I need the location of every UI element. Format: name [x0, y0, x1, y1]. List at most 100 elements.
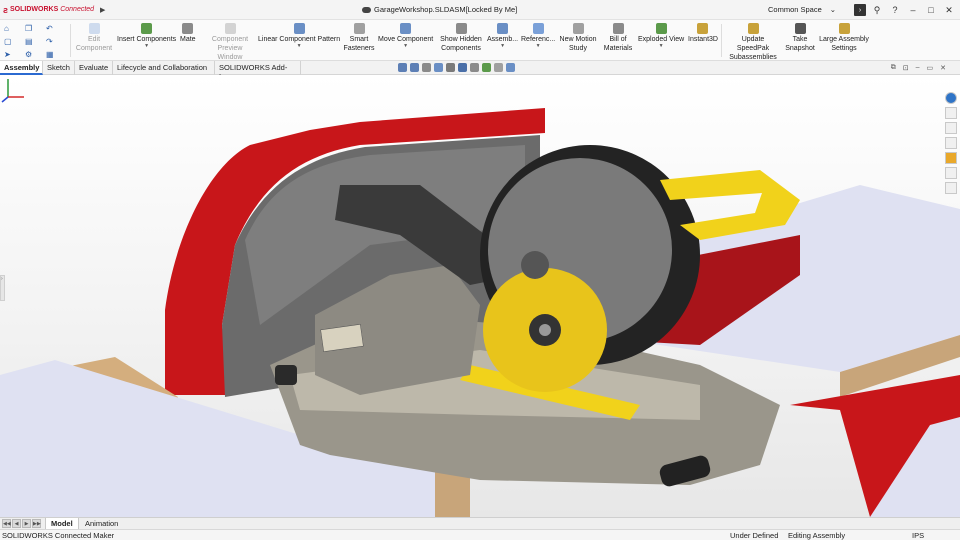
command-prompt-icon[interactable]: › [854, 4, 866, 16]
restore-viewport-icon[interactable]: ▭ [927, 64, 934, 72]
smart-fasteners-button[interactable]: Smart Fasteners [343, 23, 375, 53]
instant3d-button[interactable]: Instant3D [688, 23, 718, 44]
scene-icon[interactable] [494, 63, 503, 72]
workspace-selector[interactable]: Common Space ⌄ [768, 5, 836, 14]
solidworks-forum-icon[interactable] [945, 182, 957, 194]
zoom-area-icon[interactable] [410, 63, 419, 72]
tab-sketch-label: Sketch [47, 63, 70, 72]
assembly-features-button[interactable]: Assemb... ▼ [487, 23, 518, 49]
previous-view-icon[interactable] [422, 63, 431, 72]
close-viewport-icon[interactable]: ✕ [940, 64, 946, 72]
viewport-controls: ⧉ ⊡ – ▭ ✕ [891, 64, 946, 72]
minimize-viewport-icon[interactable]: – [916, 64, 920, 72]
exploded-view-icon [655, 23, 667, 34]
bevel-lock-knob [275, 365, 297, 385]
workspace-label: Common Space [768, 5, 822, 14]
status-definition: Under Defined [730, 531, 779, 540]
menu-expand-icon[interactable]: ▶ [100, 6, 105, 14]
fastener-icon [353, 23, 365, 34]
tab-assembly[interactable]: Assembly [0, 61, 43, 75]
chevron-down-icon[interactable]: ▼ [144, 44, 149, 49]
command-manager: ⌂ ❐ ↶ ▢ ▤ ↷ ➤ ⚙ ▦ Edit Component Insert … [0, 20, 960, 61]
instant3d-icon [697, 23, 709, 34]
take-snapshot-label: Take Snapshot [785, 36, 815, 52]
home-icon[interactable]: ⌂ [4, 22, 24, 34]
insert-components-button[interactable]: Insert Components ▼ [117, 23, 176, 49]
exploded-view-button[interactable]: Exploded View ▼ [638, 23, 684, 49]
assembly-mode-icon[interactable]: ❐ [25, 22, 45, 34]
chevron-down-icon[interactable]: ▼ [536, 44, 541, 49]
mate-icon [182, 23, 194, 34]
window-controls: › ⚲ ? – □ ✕ [854, 3, 956, 17]
next-tab-arrow-icon[interactable]: ▶ [22, 519, 31, 528]
tab-evaluate[interactable]: Evaluate [75, 61, 113, 75]
quick-access-toolbar: ⌂ ❐ ↶ ▢ ▤ ↷ ➤ ⚙ ▦ [4, 22, 66, 60]
bill-of-materials-button[interactable]: Bill of Materials [603, 23, 633, 53]
linear-component-pattern-button[interactable]: Linear Component Pattern ▼ [258, 23, 340, 49]
first-tab-arrow-icon[interactable]: ◀◀ [2, 519, 11, 528]
tile-window-icon[interactable]: ⊡ [903, 64, 909, 72]
redo-icon[interactable]: ↷ [46, 35, 66, 47]
zoom-to-fit-icon[interactable] [398, 63, 407, 72]
large-assembly-icon [838, 23, 850, 34]
graphics-area[interactable]: › [0, 75, 960, 517]
edit-component-button[interactable]: Edit Component [75, 23, 113, 53]
restore-button[interactable]: □ [924, 3, 938, 17]
select-icon[interactable]: ➤ [4, 48, 24, 60]
search-icon[interactable]: ⚲ [870, 3, 884, 17]
speedpak-icon [747, 23, 759, 34]
move-component-button[interactable]: Move Component ▼ [378, 23, 433, 49]
tab-lifecycle[interactable]: Lifecycle and Collaboration [113, 61, 215, 75]
tab-sketch[interactable]: Sketch [43, 61, 75, 75]
gear-icon[interactable]: ⚙ [25, 48, 45, 60]
mate-button[interactable]: Mate [180, 23, 196, 44]
view-palette-icon[interactable] [945, 137, 957, 149]
design-library-icon[interactable] [945, 107, 957, 119]
appearance-icon[interactable] [482, 63, 491, 72]
solidworks-logo-icon: ƨ [3, 4, 9, 15]
appearances-icon[interactable] [945, 152, 957, 164]
file-explorer-icon[interactable] [945, 122, 957, 134]
insert-components-icon [141, 23, 153, 34]
undo-icon[interactable]: ↶ [46, 22, 66, 34]
expand-panel-icon[interactable]: ⧉ [891, 64, 896, 72]
chevron-down-icon[interactable]: ▼ [659, 44, 664, 49]
display-style-icon[interactable] [458, 63, 467, 72]
last-tab-arrow-icon[interactable]: ▶▶ [32, 519, 41, 528]
update-speedpak-button[interactable]: Update SpeedPak Subassemblies [725, 23, 781, 62]
feature-tree-expand-handle[interactable]: › [0, 275, 5, 301]
status-product-name: SOLIDWORKS Connected Maker [2, 531, 115, 540]
minimize-button[interactable]: – [906, 3, 920, 17]
chevron-down-icon[interactable]: ▼ [403, 44, 408, 49]
tab-animation-label: Animation [85, 519, 119, 528]
chevron-down-icon[interactable]: ▼ [500, 44, 505, 49]
update-speedpak-label: Update SpeedPak Subassemblies [729, 36, 777, 61]
tab-addins[interactable]: SOLIDWORKS Add-Ins [215, 61, 301, 81]
bom-icon [612, 23, 624, 34]
new-document-icon[interactable]: ▢ [4, 35, 24, 47]
app-logo[interactable]: ƨ SOLIDWORKS Connected [0, 5, 96, 15]
custom-properties-icon[interactable] [945, 167, 957, 179]
previous-tab-arrow-icon[interactable]: ◀ [12, 519, 21, 528]
status-units[interactable]: IPS [912, 531, 924, 540]
chevron-down-icon[interactable]: ▼ [297, 44, 302, 49]
view-orientation-icon[interactable] [446, 63, 455, 72]
section-view-icon[interactable] [434, 63, 443, 72]
print-icon[interactable]: ▤ [25, 35, 45, 47]
help-icon[interactable]: ? [888, 3, 902, 17]
component-preview-window-button[interactable]: Component Preview Window [205, 23, 255, 62]
close-button[interactable]: ✕ [942, 3, 956, 17]
take-snapshot-button[interactable]: Take Snapshot [785, 23, 815, 53]
show-hidden-components-button[interactable]: Show Hidden Components [440, 23, 482, 53]
new-motion-study-button[interactable]: New Motion Study [558, 23, 598, 53]
move-icon [400, 23, 412, 34]
hide-show-items-icon[interactable] [470, 63, 479, 72]
large-assembly-settings-button[interactable]: Large Assembly Settings [818, 23, 870, 53]
reference-geometry-button[interactable]: Referenc... ▼ [521, 23, 555, 49]
pattern-icon [293, 23, 305, 34]
assembly-model[interactable] [0, 75, 960, 517]
grid-icon[interactable]: ▦ [46, 48, 66, 60]
solidworks-resources-icon[interactable] [945, 92, 957, 104]
view-settings-icon[interactable] [506, 63, 515, 72]
tab-lifecycle-label: Lifecycle and Collaboration [117, 63, 208, 72]
